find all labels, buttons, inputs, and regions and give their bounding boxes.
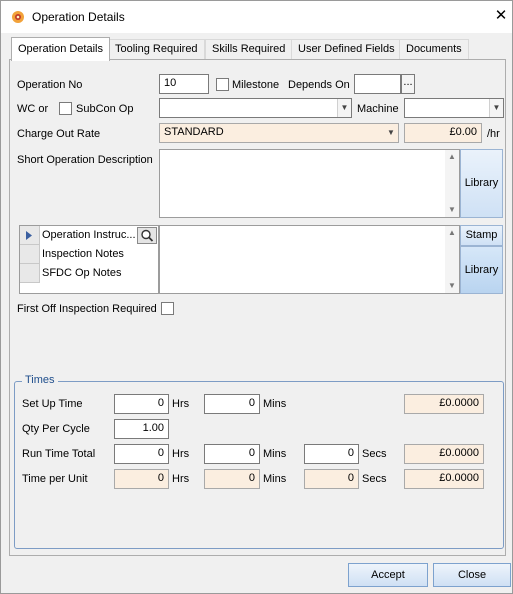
time-per-unit-label: Time per Unit xyxy=(22,473,88,485)
unit-cost: £0.0000 xyxy=(404,469,484,489)
set-up-minutes-input[interactable]: 0 xyxy=(204,394,260,414)
scroll-down-icon[interactable]: ▼ xyxy=(445,203,459,217)
current-row-arrow-icon xyxy=(26,231,32,240)
hours-unit-label: Hrs xyxy=(172,473,190,485)
notes-textarea[interactable]: ▲ ▼ xyxy=(159,225,460,294)
chevron-down-icon: ▼ xyxy=(337,99,351,117)
set-up-cost: £0.0000 xyxy=(404,394,484,414)
depends-on-label: Depends On xyxy=(288,79,350,91)
chevron-down-icon: ▼ xyxy=(489,99,503,117)
tab-skills-required[interactable]: Skills Required xyxy=(205,39,293,59)
machine-label: Machine xyxy=(357,103,399,115)
run-time-cost: £0.0000 xyxy=(404,444,484,464)
row-selector[interactable] xyxy=(20,245,40,264)
library-button[interactable]: Library xyxy=(460,149,503,218)
set-up-time-label: Set Up Time xyxy=(22,398,83,410)
accept-button[interactable]: Accept xyxy=(348,563,428,587)
operation-details-window: Operation Details ✕ Operation Details To… xyxy=(0,0,513,594)
charge-out-rate-value: STANDARD xyxy=(164,126,224,138)
notes-library-button[interactable]: Library xyxy=(460,246,503,294)
qty-per-cycle-input[interactable]: 1.00 xyxy=(114,419,169,439)
run-time-minutes-input[interactable]: 0 xyxy=(204,444,260,464)
subcon-op-label: SubCon Op xyxy=(76,103,134,115)
charge-out-amount: £0.00 xyxy=(404,123,482,143)
close-button[interactable]: Close xyxy=(433,563,511,587)
row-selector[interactable] xyxy=(20,264,40,283)
minutes-unit-label: Mins xyxy=(263,398,287,410)
list-item[interactable]: Operation Instruc... xyxy=(20,226,158,245)
notes-item-label: Operation Instruc... xyxy=(42,229,136,241)
times-group-title: Times xyxy=(22,374,58,386)
depends-on-input[interactable] xyxy=(354,74,401,94)
work-centre-dropdown[interactable]: ▼ xyxy=(159,98,352,118)
qty-per-cycle-label: Qty Per Cycle xyxy=(22,423,90,435)
scroll-up-icon[interactable]: ▲ xyxy=(445,150,459,164)
unit-seconds-value: 0 xyxy=(304,469,359,489)
first-off-inspection-checkbox[interactable] xyxy=(161,302,174,315)
tab-tooling-required[interactable]: Tooling Required xyxy=(108,39,205,59)
per-hour-label: /hr xyxy=(487,128,500,140)
notes-scrollbar[interactable]: ▲ ▼ xyxy=(445,226,459,293)
scroll-down-icon[interactable]: ▼ xyxy=(445,279,459,293)
close-window-icon[interactable]: ✕ xyxy=(491,6,511,26)
chevron-down-icon: ▼ xyxy=(384,124,398,142)
short-description-label: Short Operation Description xyxy=(17,154,153,166)
minutes-unit-label: Mins xyxy=(263,448,287,460)
tab-user-defined-fields[interactable]: User Defined Fields xyxy=(291,39,402,59)
short-description-textarea[interactable]: ▲ ▼ xyxy=(159,149,460,218)
scroll-up-icon[interactable]: ▲ xyxy=(445,226,459,240)
subcon-op-checkbox[interactable] xyxy=(59,102,72,115)
run-time-hours-input[interactable]: 0 xyxy=(114,444,169,464)
run-time-seconds-input[interactable]: 0 xyxy=(304,444,359,464)
notes-item-label: SFDC Op Notes xyxy=(42,267,122,279)
charge-out-rate-label: Charge Out Rate xyxy=(17,128,101,140)
seconds-unit-label: Secs xyxy=(362,448,387,460)
depends-on-browse-button[interactable]: ... xyxy=(401,74,415,94)
first-off-inspection-label: First Off Inspection Required xyxy=(17,303,157,315)
hours-unit-label: Hrs xyxy=(172,448,190,460)
tab-operation-details[interactable]: Operation Details xyxy=(11,37,110,61)
machine-dropdown[interactable]: ▼ xyxy=(404,98,504,118)
set-up-hours-input[interactable]: 0 xyxy=(114,394,169,414)
app-icon xyxy=(12,11,24,23)
minutes-unit-label: Mins xyxy=(263,473,287,485)
hours-unit-label: Hrs xyxy=(172,398,190,410)
operation-no-input[interactable]: 10 xyxy=(159,74,209,94)
milestone-checkbox[interactable] xyxy=(216,78,229,91)
notes-list: Operation Instruc... Inspection Notes SF… xyxy=(19,225,159,294)
list-item[interactable]: SFDC Op Notes xyxy=(20,264,158,283)
list-item[interactable]: Inspection Notes xyxy=(20,245,158,264)
title-bar: Operation Details ✕ xyxy=(1,1,512,33)
charge-out-rate-dropdown[interactable]: STANDARD ▼ xyxy=(159,123,399,143)
description-scrollbar[interactable]: ▲ ▼ xyxy=(445,150,459,217)
unit-hours-value: 0 xyxy=(114,469,169,489)
stamp-button[interactable]: Stamp xyxy=(460,225,503,246)
unit-minutes-value: 0 xyxy=(204,469,260,489)
seconds-unit-label: Secs xyxy=(362,473,387,485)
run-time-total-label: Run Time Total xyxy=(22,448,96,460)
magnifier-icon[interactable] xyxy=(137,227,157,244)
window-title: Operation Details xyxy=(32,10,125,24)
milestone-label: Milestone xyxy=(232,79,280,91)
tab-documents[interactable]: Documents xyxy=(399,39,469,59)
row-selector[interactable] xyxy=(20,226,40,245)
operation-no-label: Operation No xyxy=(17,79,83,91)
wc-or-label: WC or xyxy=(17,103,49,115)
notes-item-label: Inspection Notes xyxy=(42,248,124,260)
